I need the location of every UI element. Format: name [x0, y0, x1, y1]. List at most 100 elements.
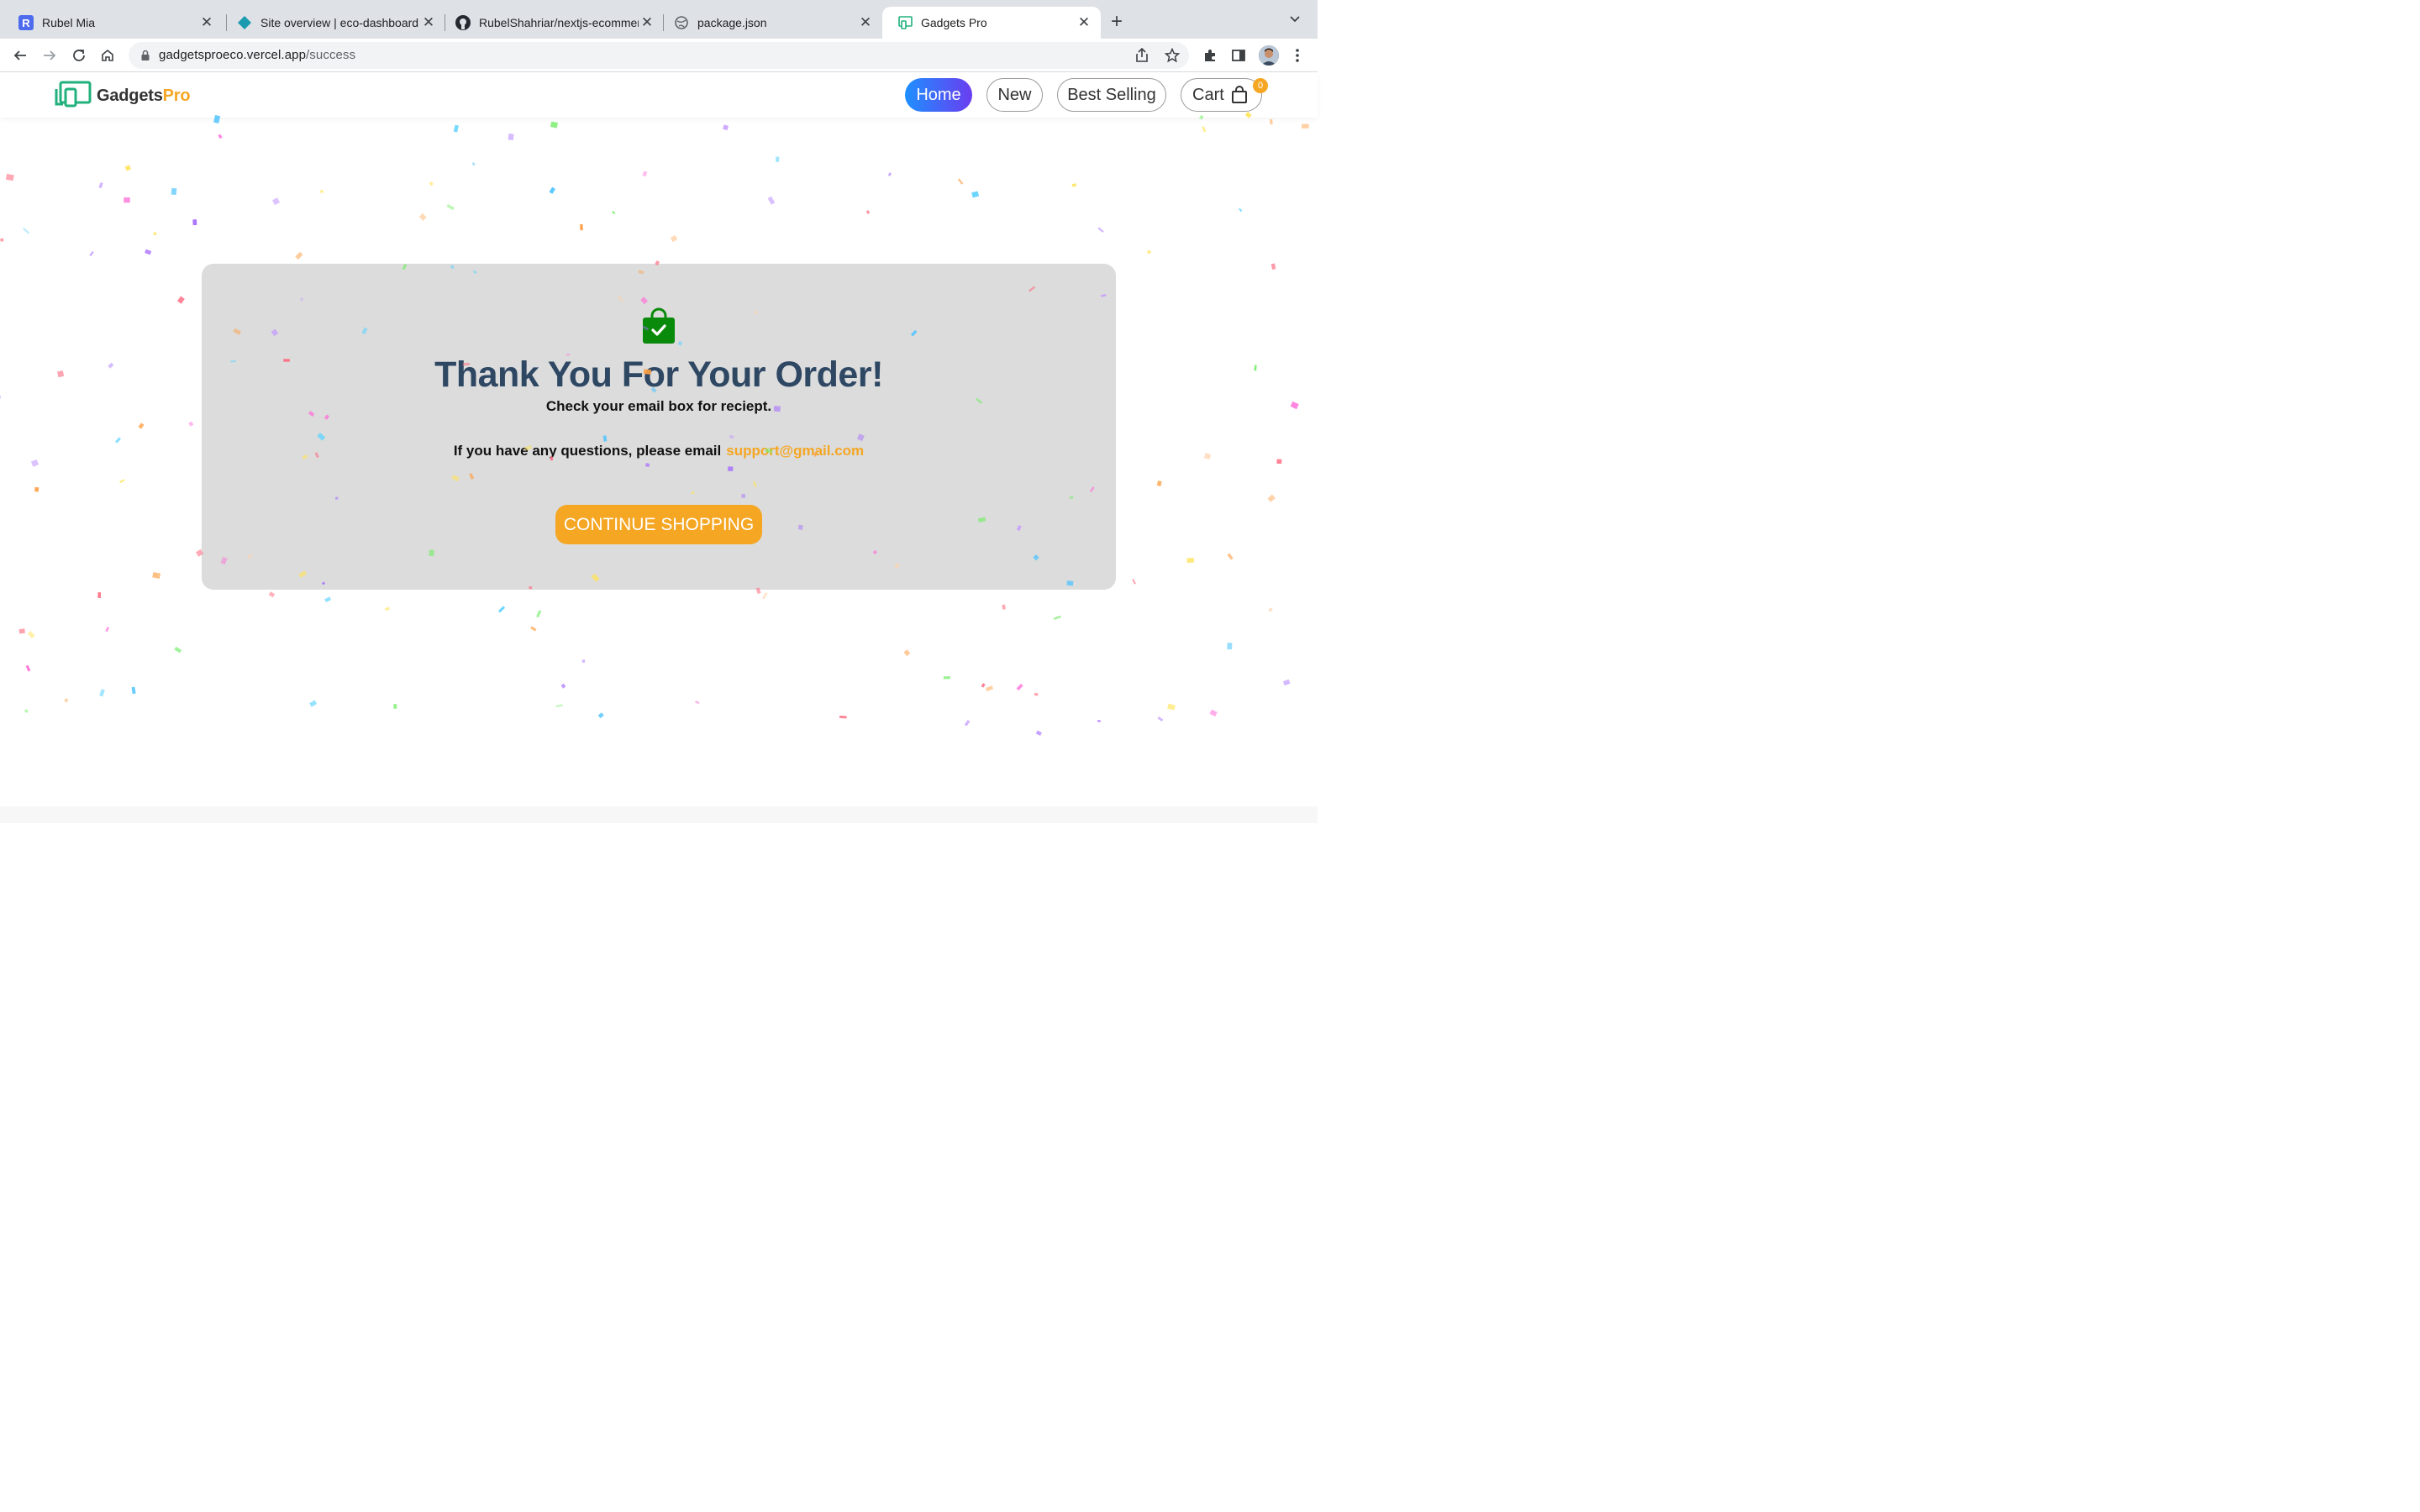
- confetti-piece: [1268, 607, 1273, 612]
- site-logo[interactable]: GadgetsPro: [55, 81, 191, 112]
- confetti-piece: [99, 689, 105, 697]
- confetti-piece: [1209, 709, 1218, 717]
- confetti-piece: [30, 459, 39, 467]
- tab-title: RubelShahriar/nextjs-ecommer: [479, 16, 639, 29]
- support-email-link[interactable]: support@gmail.com: [726, 443, 864, 459]
- url-domain: gadgetsproeco.vercel.app: [159, 48, 307, 62]
- confetti-piece: [324, 596, 332, 603]
- confetti-piece: [145, 249, 152, 255]
- confetti-piece: [957, 178, 964, 185]
- lock-icon[interactable]: [140, 50, 150, 66]
- confetti-piece: [1254, 365, 1257, 371]
- site-navbar: GadgetsPro Home New Best Selling Cart 0: [0, 72, 1318, 118]
- confetti-piece: [1282, 679, 1291, 686]
- browser-tab[interactable]: R Rubel Mia ✕: [3, 7, 224, 39]
- confetti-piece: [320, 190, 324, 193]
- confetti-piece: [0, 394, 1, 399]
- confetti-piece: [1167, 703, 1176, 711]
- confetti-piece: [153, 232, 156, 235]
- confetti-piece: [384, 606, 390, 612]
- nav-cart-button[interactable]: Cart: [1181, 78, 1262, 112]
- browser-tab[interactable]: package.json ✕: [659, 7, 882, 39]
- confetti-piece: [268, 591, 276, 598]
- check-email-text: Check your email box for reciept.: [545, 398, 772, 414]
- thank-you-title: Thank You For Your Order!: [434, 354, 883, 395]
- confetti-piece: [98, 182, 103, 189]
- tab-title: package.json: [697, 16, 767, 29]
- browser-tab[interactable]: Site overview | eco-dashboard ✕: [222, 7, 445, 39]
- tab-title: Rubel Mia: [42, 16, 96, 29]
- confetti-piece: [887, 172, 892, 176]
- confetti-piece: [560, 683, 566, 689]
- chevron-down-icon[interactable]: [1289, 13, 1301, 29]
- side-panel-icon[interactable]: [1228, 45, 1249, 66]
- confetti-piece: [1016, 683, 1023, 691]
- kebab-menu-icon[interactable]: [1287, 45, 1307, 66]
- confetti-piece: [1202, 126, 1207, 133]
- confetti-piece: [1071, 183, 1077, 187]
- confetti-piece: [18, 628, 25, 634]
- profile-avatar[interactable]: [1259, 45, 1279, 66]
- nav-best-selling-button[interactable]: Best Selling: [1057, 78, 1166, 112]
- confetti-piece: [124, 197, 130, 203]
- confetti-piece: [1002, 604, 1007, 610]
- confetti-piece: [27, 631, 35, 639]
- tab-title: Site overview | eco-dashboard: [260, 16, 419, 29]
- confetti-piece: [218, 134, 223, 139]
- confetti-piece: [1227, 643, 1233, 650]
- confetti-piece: [723, 124, 729, 131]
- browser-tab[interactable]: RubelShahriar/nextjs-ecommer ✕: [440, 7, 664, 39]
- cart-count-badge: 0: [1253, 78, 1268, 93]
- close-icon[interactable]: ✕: [639, 14, 655, 31]
- confetti-piece: [971, 191, 980, 198]
- nav-new-button[interactable]: New: [986, 78, 1043, 112]
- confetti-piece: [1146, 249, 1152, 255]
- forward-arrow-icon[interactable]: [39, 45, 60, 66]
- confetti-piece: [1053, 615, 1061, 620]
- page-content: GadgetsPro Home New Best Selling Cart 0 …: [0, 72, 1318, 823]
- home-icon[interactable]: [97, 45, 118, 66]
- questions-text: If you have any questions, please email: [453, 443, 722, 459]
- confetti-piece: [642, 171, 648, 177]
- confetti-piece: [115, 437, 122, 444]
- close-icon[interactable]: ✕: [1076, 14, 1092, 31]
- questions-line: If you have any questions, please email s…: [202, 443, 1116, 459]
- confetti-piece: [1239, 207, 1243, 213]
- reload-icon[interactable]: [69, 45, 89, 66]
- browser-tab-active[interactable]: Gadgets Pro ✕: [882, 7, 1101, 39]
- back-arrow-icon[interactable]: [10, 45, 30, 66]
- confetti-piece: [152, 571, 161, 580]
- confetti-piece: [767, 196, 776, 205]
- confetti-piece: [839, 715, 847, 719]
- logo-text-main: Gadgets: [97, 87, 163, 105]
- confetti-piece: [761, 591, 768, 600]
- share-icon[interactable]: [1135, 47, 1149, 67]
- address-bar[interactable]: gadgetsproeco.vercel.app/success: [129, 42, 1189, 69]
- confetti-piece: [964, 720, 971, 727]
- continue-shopping-button[interactable]: CONTINUE SHOPPING: [555, 505, 762, 544]
- confetti-piece: [393, 704, 397, 709]
- confetti-piece: [530, 626, 537, 632]
- nav-home-button[interactable]: Home: [905, 78, 972, 112]
- confetti-piece: [131, 686, 136, 695]
- confetti-piece: [1035, 730, 1042, 736]
- gadgetspro-icon: [897, 15, 913, 30]
- confetti-piece: [903, 649, 911, 657]
- close-icon[interactable]: ✕: [198, 14, 215, 31]
- new-tab-plus-icon[interactable]: +: [1111, 12, 1123, 32]
- confetti-piece: [64, 697, 69, 703]
- bookmark-star-icon[interactable]: [1164, 47, 1181, 67]
- close-icon[interactable]: ✕: [420, 14, 437, 31]
- extensions-puzzle-icon[interactable]: [1200, 45, 1220, 66]
- page-footer-strip: [0, 806, 1318, 823]
- order-success-card: Thank You For Your Order! Check your ema…: [202, 264, 1116, 590]
- r-letter-icon: R: [18, 15, 34, 30]
- cart-label: Cart: [1192, 85, 1224, 104]
- confetti-piece: [550, 121, 558, 129]
- confetti-piece: [108, 362, 114, 369]
- confetti-piece: [943, 675, 950, 680]
- confetti-piece: [1186, 557, 1195, 564]
- confetti-piece: [1269, 118, 1273, 125]
- confetti-piece: [188, 421, 194, 427]
- close-icon[interactable]: ✕: [857, 14, 874, 31]
